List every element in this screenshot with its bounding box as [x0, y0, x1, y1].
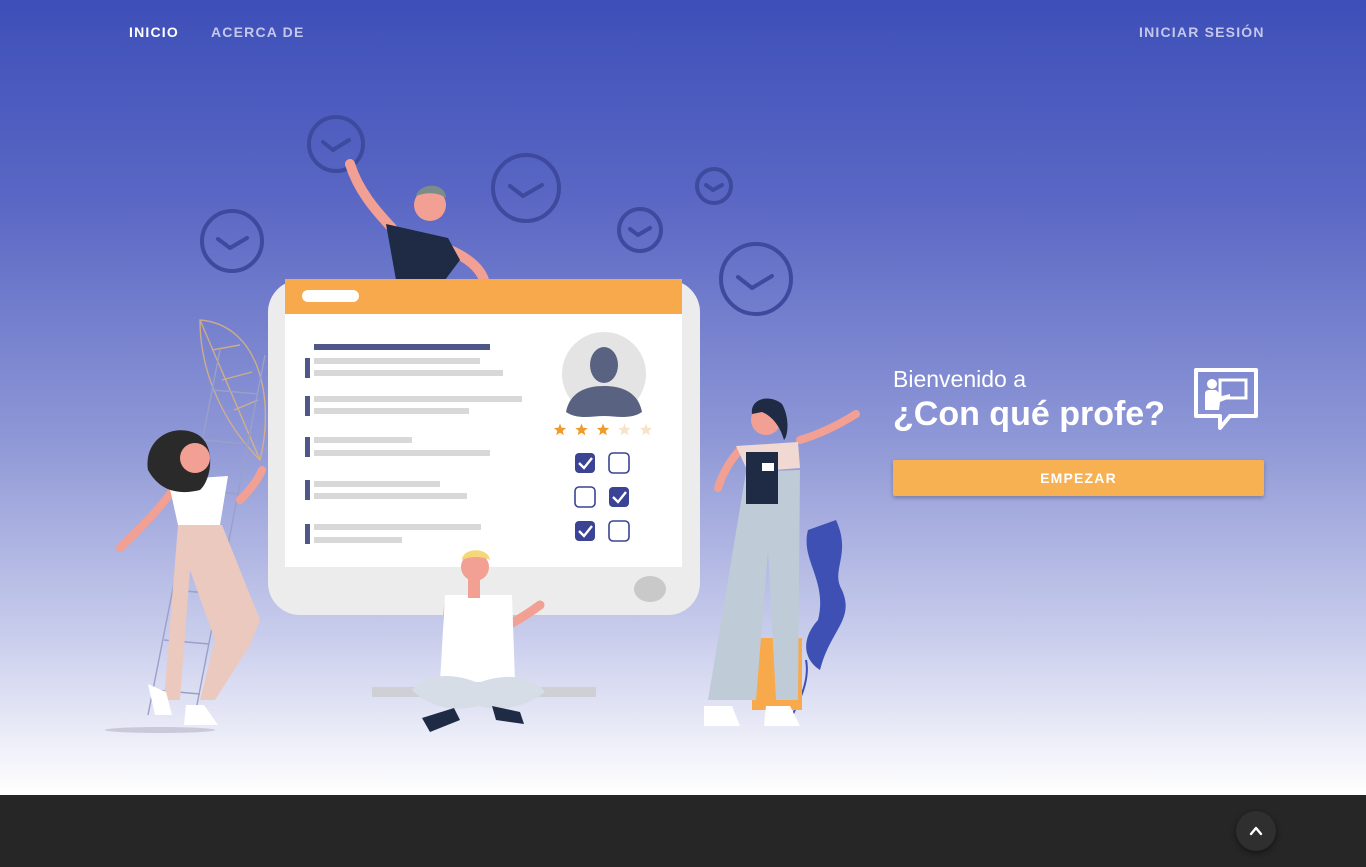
nav-about-link[interactable]: ACERCA DE [211, 24, 305, 40]
scroll-top-button[interactable] [1236, 811, 1276, 851]
profile-avatar [562, 332, 646, 417]
clock-icon [307, 115, 365, 173]
teacher-presentation-icon [1194, 368, 1258, 430]
clock-icon [200, 209, 264, 273]
checkbox-empty [608, 452, 630, 474]
clock-icon [719, 242, 793, 316]
hero-section: INICIO ACERCA DE INICIAR SESIÓN Bienveni… [0, 0, 1366, 795]
hero-illustration [105, 115, 860, 733]
clock-icon [491, 153, 561, 223]
checkbox-empty [574, 486, 596, 508]
checkbox-checked [575, 453, 595, 473]
woman-right [704, 398, 860, 726]
checkbox-checked [575, 521, 595, 541]
clock-icon [695, 167, 733, 205]
top-nav: INICIO ACERCA DE INICIAR SESIÓN [0, 0, 1366, 64]
nav-login-link[interactable]: INICIAR SESIÓN [1139, 24, 1265, 40]
leaf-decoration [199, 319, 267, 462]
footer [0, 795, 1366, 867]
nav-home-link[interactable]: INICIO [129, 24, 179, 40]
man-waving [345, 159, 489, 285]
clock-icon [617, 207, 663, 253]
checkbox-checked [609, 487, 629, 507]
start-button[interactable]: EMPEZAR [893, 460, 1264, 496]
checkbox-empty [608, 520, 630, 542]
chevron-up-icon [1249, 826, 1263, 836]
woman-left [105, 430, 266, 733]
